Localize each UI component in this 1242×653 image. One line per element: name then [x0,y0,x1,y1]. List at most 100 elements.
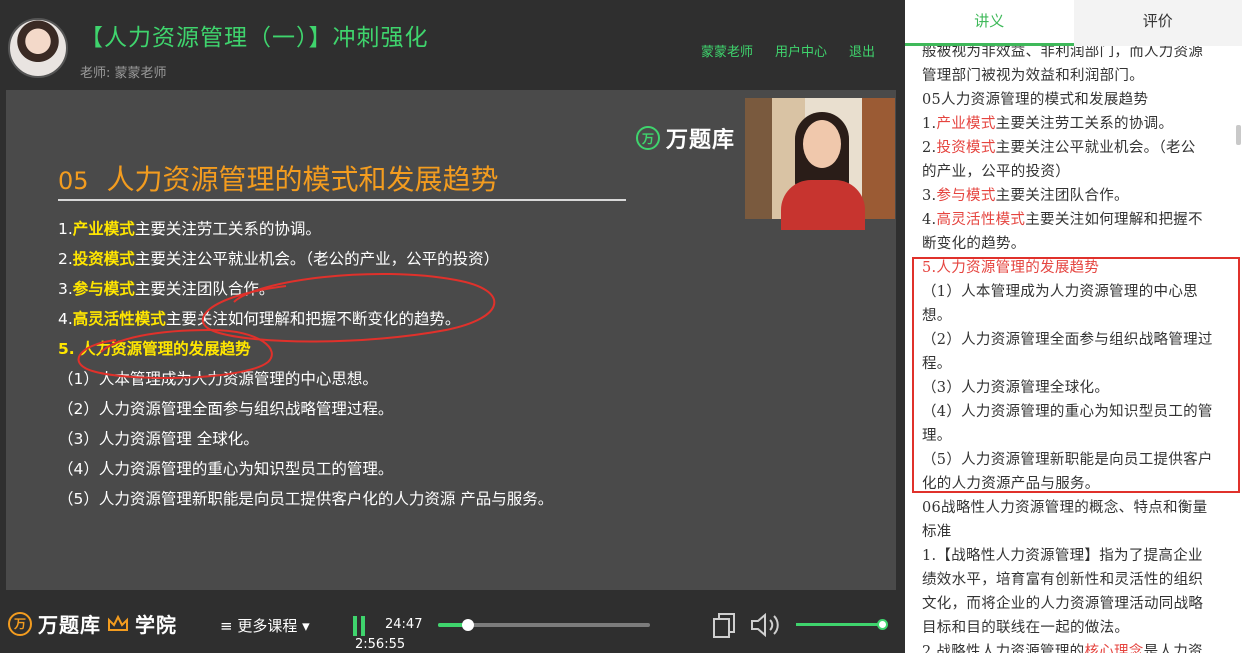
slide-line-text: 2. [58,250,73,268]
slide-line-keyword: 高灵活性模式 [72,310,166,328]
notes-keyword: 核心理念 [1084,644,1144,653]
crown-icon [108,614,128,631]
notes-line: 想。 [922,304,1235,328]
notes-keyword: 5.人力资源管理的发展趋势 [922,260,1100,276]
nav-user-center-link[interactable]: 用户中心 [775,41,827,60]
notes-text: 文化，而将企业的人力资源管理活动同战略 [922,596,1204,612]
notes-content: 般被视为非效益、非利润部门，而人力资源 管理部门被视为效益和利润部门。 05人力资源… [922,40,1235,653]
slide-line: （1）人本管理成为人力资源管理的中心思想。 [58,364,553,394]
top-nav: 蒙蒙老师 用户中心 退出 [701,41,875,60]
slide-line: （4）人力资源管理的重心为知识型员工的管理。 [58,454,553,484]
slide-line-text: 4. [58,310,73,328]
teacher-camera-feed [745,98,895,230]
tab-handout[interactable]: 讲义 [905,0,1074,46]
notes-line: 2.投资模式主要关注公平就业机会。（老公 [922,136,1235,160]
more-courses-button[interactable]: ≡ 更多课程 ▾ [220,615,310,636]
slide-divider [58,199,626,201]
notes-text: （2）人力资源管理全面参与组织战略管理过 [922,332,1213,348]
course-title: 【人力资源管理（一）】冲刺强化 [80,25,429,51]
progress-bar[interactable] [438,619,650,631]
slide-line: 2.投资模式主要关注公平就业机会。（老公的产业，公平的投资） [58,244,553,274]
notes-text: 2.战略性人力资源管理的 [922,644,1085,653]
notes-line: 理。 [922,424,1235,448]
notes-text: 管理部门被视为效益和利润部门。 [922,68,1144,84]
notes-line: （2）人力资源管理全面参与组织战略管理过 [922,328,1235,352]
notes-line: （5）人力资源管理新职能是向员工提供客户 [922,448,1235,472]
notes-line: （4）人力资源管理的重心为知识型员工的管 [922,400,1235,424]
notes-text: （4）人力资源管理的重心为知识型员工的管 [922,404,1213,420]
notes-line: 4.高灵活性模式主要关注如何理解和把握不 [922,208,1235,232]
notes-line: 化的人力资源产品与服务。 [922,472,1235,496]
notes-text: 程。 [922,356,952,372]
notes-text: 2. [922,140,937,156]
slide-line-keyword: 投资模式 [72,250,135,268]
notes-text: 主要关注团队合作。 [995,188,1129,204]
notes-line: 断变化的趋势。 [922,232,1235,256]
volume-slider[interactable] [796,619,888,630]
nav-teacher-link[interactable]: 蒙蒙老师 [701,41,753,60]
notes-text: 05人力资源管理的模式和发展趋势 [922,92,1149,108]
slide-line-keyword: 产业模式 [72,220,135,238]
pause-button[interactable] [353,616,367,636]
notes-line: 2.战略性人力资源管理的核心理念是人力资 [922,640,1235,653]
notes-text: 06战略性人力资源管理的概念、特点和衡量 [922,500,1208,516]
slide-line: 4.高灵活性模式主要关注如何理解和把握不断变化的趋势。 [58,304,553,334]
slide-line-text: 主要关注公平就业机会。（老公的产业，公平的投资） [134,250,500,268]
slide-logo-text: 万题库 [666,128,736,153]
notes-text: 断变化的趋势。 [922,236,1026,252]
wantiku-brand-icon: 万 [8,611,32,636]
notes-line: 1.产业模式主要关注劳工关系的协调。 [922,112,1235,136]
slide-line-text: （5）人力资源管理新职能是向员工提供客户化的人力资源 产品与服务。 [58,490,554,508]
slide-line: 3.参与模式主要关注团队合作。 [58,274,553,304]
notes-line: （1）人本管理成为人力资源管理的中心思 [922,280,1235,304]
volume-handle[interactable] [877,619,888,630]
pause-icon [353,616,357,636]
volume-fill [796,623,882,626]
notes-line: 管理部门被视为效益和利润部门。 [922,64,1235,88]
notes-text: 想。 [922,308,952,324]
wantiku-logo-icon: 万 [636,126,660,150]
notes-line: 5.人力资源管理的发展趋势 [922,256,1235,280]
slide-line-text: 3. [58,280,73,298]
copy-icon[interactable] [712,613,736,639]
slide-bullet-list: 1.产业模式主要关注劳工关系的协调。 2.投资模式主要关注公平就业机会。（老公的产… [58,214,553,514]
panel-tabs: 讲义 评价 [905,0,1242,46]
notes-line: 1.【战略性人力资源管理】指为了提高企业 [922,544,1235,568]
lecture-slide: 万 万题库 05 人力资源管理的模式和发展趋势 1.产业模式主要关注劳工关系的协调… [6,90,896,590]
notes-scrollbar[interactable] [1236,125,1241,145]
notes-line: 程。 [922,352,1235,376]
notes-text: 主要关注如何理解和把握不 [1025,212,1203,228]
notes-text: 般被视为非效益、非利润部门，而人力资源 [922,44,1204,60]
slide-heading-text: 人力资源管理的模式和发展趋势 [106,163,499,196]
notes-text: 理。 [922,428,952,444]
notes-line: 05人力资源管理的模式和发展趋势 [922,88,1235,112]
notes-text: （5）人力资源管理新职能是向员工提供客户 [922,452,1213,468]
notes-keyword: 参与模式 [936,188,996,204]
notes-keyword: 投资模式 [936,140,996,156]
tab-review[interactable]: 评价 [1074,0,1242,46]
player-controls: 万 万题库 学院 ≡ 更多课程 ▾ 24:47 2:56:55 [0,595,905,653]
slide-line-text: （3）人力资源管理 全球化。 [58,430,259,448]
brand-text: 万题库 [38,613,101,637]
current-time: 24:47 [385,617,423,632]
slide-line-keyword: 参与模式 [72,280,135,298]
slide-line-text: 主要关注如何理解和把握不断变化的趋势。 [165,310,461,328]
notes-line: 标准 [922,520,1235,544]
notes-text: （3）人力资源管理全球化。 [922,380,1110,396]
brand-logo: 万 万题库 学院 [8,609,177,638]
notes-line: 目标和目的联线在一起的做法。 [922,616,1235,640]
notes-keyword: 产业模式 [936,116,996,132]
progress-handle[interactable] [461,619,474,631]
notes-text: 绩效水平，培育富有创新性和灵活性的组织 [922,572,1204,588]
notes-text: 1. [922,116,937,132]
notes-line: 文化，而将企业的人力资源管理活动同战略 [922,592,1235,616]
slide-heading: 05 人力资源管理的模式和发展趋势 [58,158,499,198]
app-root: 【人力资源管理（一）】冲刺强化 老师: 蒙蒙老师 蒙蒙老师 用户中心 退出 万 … [0,0,1242,653]
slide-line: 5. 人力资源管理的发展趋势 [58,334,553,364]
nav-logout-link[interactable]: 退出 [849,41,875,60]
notes-text: 主要关注公平就业机会。（老公 [995,140,1196,156]
notes-text: 3. [922,188,937,204]
volume-icon[interactable] [750,611,782,639]
slide-line-keyword: 5. 人力资源管理的发展趋势 [58,340,251,358]
slide-heading-number: 05 [58,167,89,195]
